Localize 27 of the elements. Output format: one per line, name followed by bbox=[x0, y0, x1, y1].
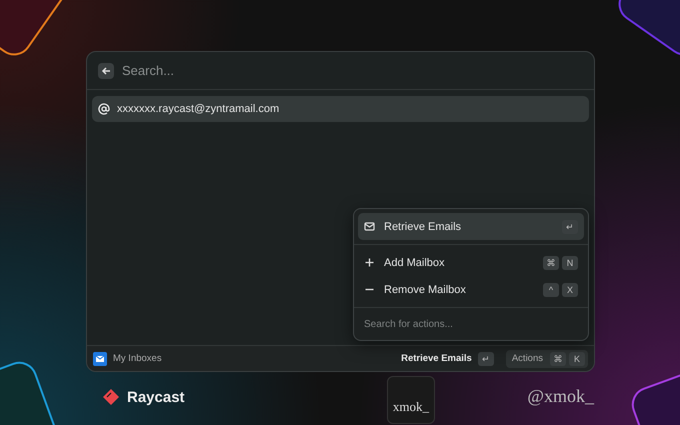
keyboard-key: K bbox=[569, 352, 585, 366]
keyboard-key: N bbox=[562, 256, 578, 270]
keyboard-key: ^ bbox=[543, 282, 559, 296]
primary-action-button[interactable]: Retrieve Emails bbox=[401, 353, 472, 364]
search-field[interactable]: Search... bbox=[120, 62, 583, 79]
keyboard-key: ↵ bbox=[562, 220, 578, 234]
mail-app-icon bbox=[93, 352, 107, 366]
author-handle: @xmok_ bbox=[527, 386, 594, 407]
keyboard-key: ⌘ bbox=[543, 256, 559, 270]
keyboard-key: ↵ bbox=[478, 352, 494, 366]
envelope-icon bbox=[364, 221, 375, 232]
back-arrow-icon bbox=[101, 66, 111, 76]
keyboard-key: ⌘ bbox=[550, 352, 566, 366]
logo-icon bbox=[102, 388, 120, 406]
footer-title: My Inboxes bbox=[113, 353, 162, 364]
action-item[interactable]: Remove Mailbox ^ X bbox=[358, 276, 584, 303]
action-search-field[interactable]: Search for actions... bbox=[358, 312, 584, 336]
avatar-badge: xmok_ bbox=[386, 376, 435, 424]
logo-text: Raycast bbox=[127, 388, 185, 406]
plus-icon bbox=[364, 257, 375, 268]
list-item[interactable]: xxxxxxx.raycast@zyntramail.com bbox=[92, 96, 589, 122]
action-item[interactable]: Retrieve Emails ↵ bbox=[358, 213, 584, 240]
at-sign-icon bbox=[98, 103, 110, 115]
back-button[interactable] bbox=[98, 62, 114, 78]
action-item[interactable]: Add Mailbox ⌘ N bbox=[358, 249, 584, 276]
actions-button[interactable]: Actions ⌘ K bbox=[506, 350, 588, 368]
keyboard-key: X bbox=[562, 282, 578, 296]
